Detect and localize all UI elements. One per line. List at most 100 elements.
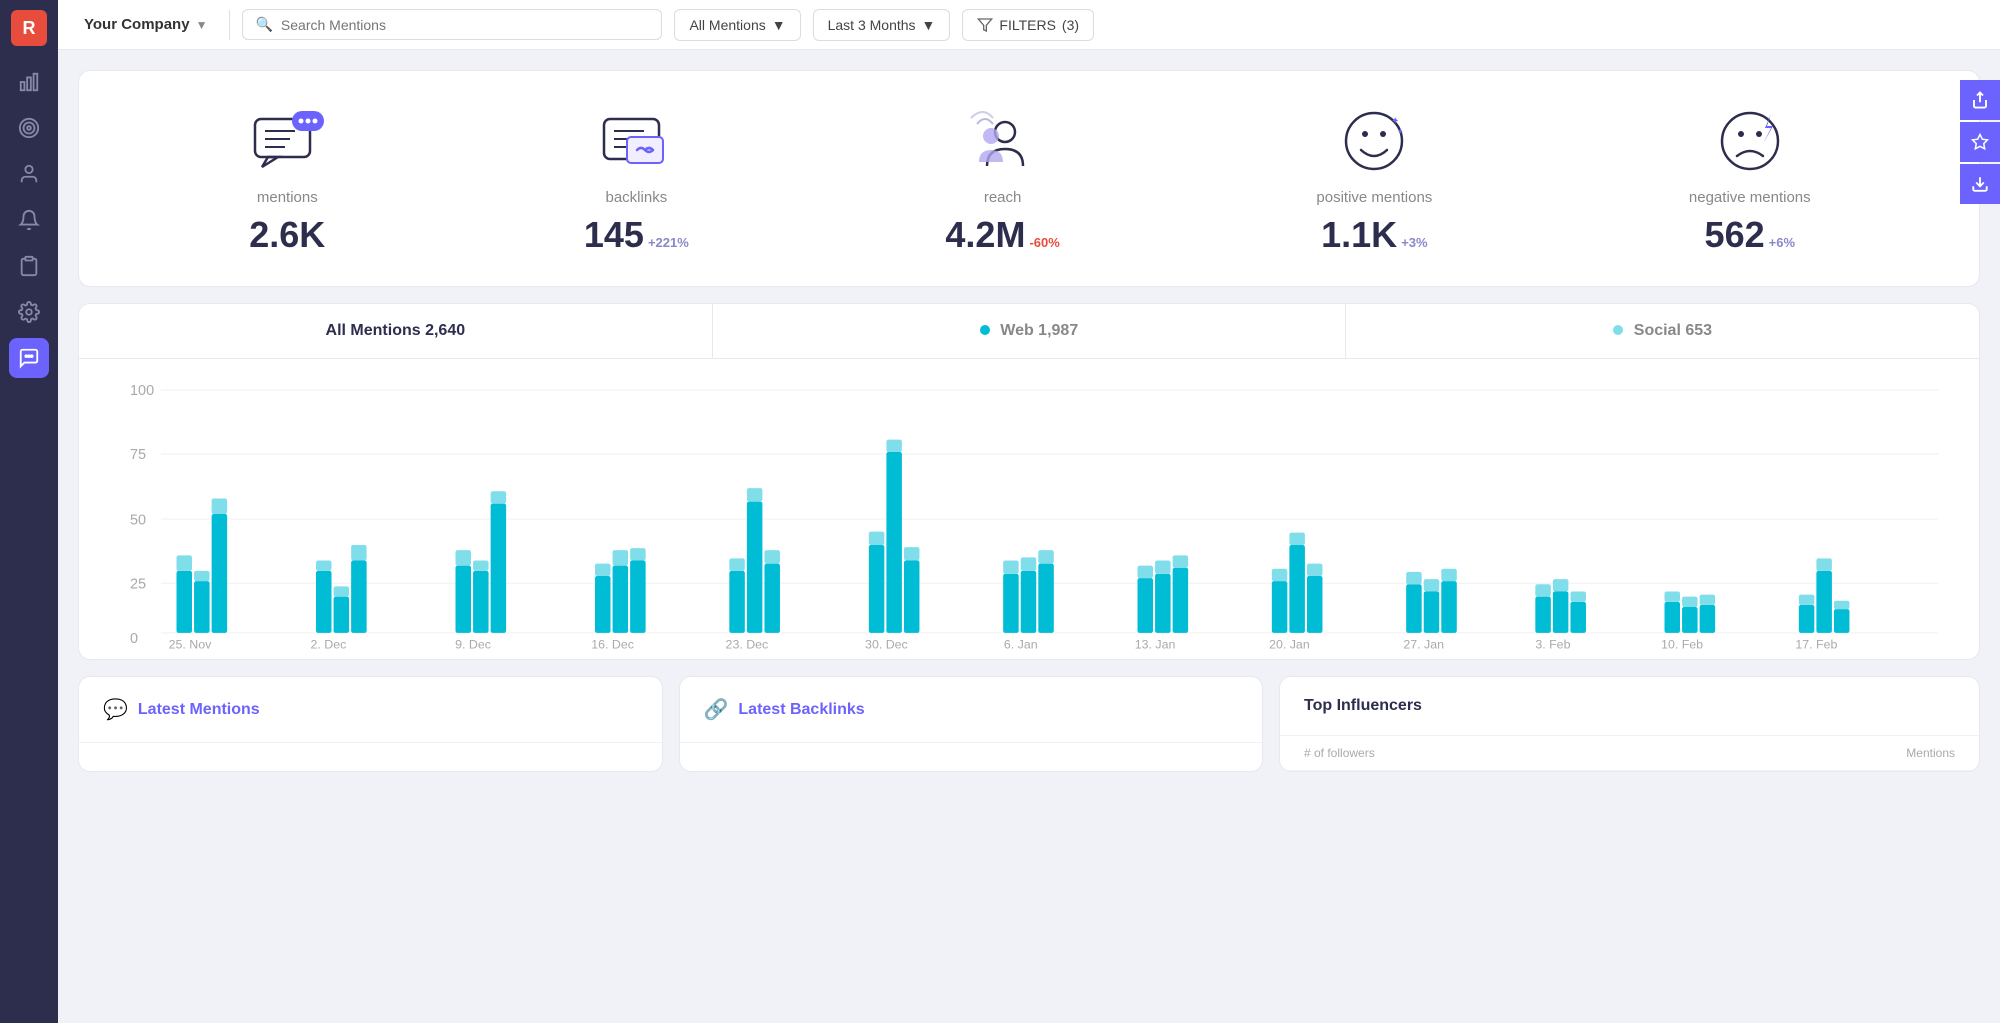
stat-negative: negative mentions 562 +6%	[1689, 101, 1811, 256]
chart-card: All Mentions 2,640 Web 1,987 Social 653 …	[78, 303, 1980, 660]
mentions-filter-dropdown[interactable]: All Mentions ▼	[674, 9, 800, 41]
latest-backlinks-title: Latest Backlinks	[738, 701, 864, 719]
svg-text:✦: ✦	[1397, 127, 1404, 136]
svg-text:3. Feb: 3. Feb	[1535, 637, 1570, 649]
time-filter-dropdown[interactable]: Last 3 Months ▼	[813, 9, 951, 41]
topbar-divider	[229, 10, 230, 40]
backlinks-change: +221%	[648, 235, 689, 250]
main-content: Your Company ▼ 🔍 All Mentions ▼ Last 3 M…	[58, 0, 2000, 1023]
influencers-subheader: # of followers Mentions	[1280, 736, 1979, 771]
filters-label: FILTERS	[999, 17, 1056, 33]
svg-text:30. Dec: 30. Dec	[865, 637, 908, 649]
tab-all-label: All Mentions 2,640	[326, 322, 466, 339]
web-dot-icon	[980, 325, 990, 335]
tab-social-label: Social 653	[1634, 322, 1712, 339]
mentions-col-label: Mentions	[1906, 746, 1955, 760]
backlinks-label: backlinks	[606, 189, 668, 206]
top-influencers-title: Top Influencers	[1304, 697, 1422, 715]
latest-mentions-title: Latest Mentions	[138, 701, 260, 719]
stat-reach: reach 4.2M -60%	[945, 101, 1059, 256]
svg-text:25: 25	[130, 576, 146, 592]
negative-label: negative mentions	[1689, 189, 1811, 206]
stat-backlinks: backlinks 145 +221%	[584, 101, 689, 256]
svg-text:10. Feb: 10. Feb	[1661, 637, 1703, 649]
time-filter-chevron-icon: ▼	[922, 17, 936, 33]
sidebar-icon-chart[interactable]	[9, 62, 49, 102]
mentions-icon	[247, 101, 327, 181]
mentions-value: 2.6K	[249, 214, 325, 256]
svg-text:17. Feb: 17. Feb	[1795, 637, 1837, 649]
search-box: 🔍	[242, 9, 662, 40]
tab-all-mentions[interactable]: All Mentions 2,640	[79, 304, 713, 358]
filters-button[interactable]: FILTERS (3)	[962, 9, 1094, 41]
reach-change: -60%	[1029, 235, 1059, 250]
mentions-filter-label: All Mentions	[689, 17, 765, 33]
download-button[interactable]	[1960, 164, 2000, 204]
stat-mentions: mentions 2.6K	[247, 101, 327, 256]
negative-icon	[1710, 101, 1790, 181]
svg-text:9. Dec: 9. Dec	[455, 637, 491, 649]
reach-icon	[963, 101, 1043, 181]
topbar: Your Company ▼ 🔍 All Mentions ▼ Last 3 M…	[58, 0, 2000, 50]
sidebar-icon-clipboard[interactable]	[9, 246, 49, 286]
followers-label: # of followers	[1304, 746, 1375, 760]
tab-web-label: Web 1,987	[1000, 322, 1078, 339]
content-area: mentions 2.6K	[58, 50, 2000, 1023]
sidebar-icon-mentions[interactable]	[9, 338, 49, 378]
positive-change: +3%	[1401, 235, 1427, 250]
latest-backlinks-header: 🔗 Latest Backlinks	[680, 677, 1263, 743]
svg-text:20. Jan: 20. Jan	[1269, 637, 1310, 649]
app-logo[interactable]: R	[11, 10, 47, 46]
svg-text:75: 75	[130, 447, 146, 463]
positive-label: positive mentions	[1316, 189, 1432, 206]
negative-change: +6%	[1769, 235, 1795, 250]
positive-icon: ✦ ✦	[1334, 101, 1414, 181]
svg-text:50: 50	[130, 512, 146, 528]
latest-mentions-header: 💬 Latest Mentions	[79, 677, 662, 743]
stat-positive: ✦ ✦ positive mentions 1.1K +3%	[1316, 101, 1432, 256]
chart-svg: 100 75 50 25 0	[99, 379, 1959, 649]
svg-text:13. Jan: 13. Jan	[1135, 637, 1176, 649]
sidebar-icon-target[interactable]	[9, 108, 49, 148]
sidebar-icon-user[interactable]	[9, 154, 49, 194]
svg-text:6. Jan: 6. Jan	[1004, 637, 1038, 649]
search-input[interactable]	[281, 17, 650, 33]
svg-text:25. Nov: 25. Nov	[169, 637, 213, 649]
time-filter-label: Last 3 Months	[828, 17, 916, 33]
company-chevron-icon: ▼	[196, 18, 208, 32]
share-button[interactable]	[1960, 80, 2000, 120]
right-sidebar	[1960, 80, 2000, 204]
bottom-row: 💬 Latest Mentions 🔗 Latest Backlinks Top…	[78, 676, 1980, 772]
tab-social[interactable]: Social 653	[1346, 304, 1979, 358]
top-influencers-card: Top Influencers # of followers Mentions	[1279, 676, 1980, 772]
sidebar-icon-settings[interactable]	[9, 292, 49, 332]
mentions-filter-chevron-icon: ▼	[772, 17, 786, 33]
backlinks-header-icon: 🔗	[704, 697, 729, 722]
svg-text:100: 100	[130, 383, 154, 399]
latest-mentions-card: 💬 Latest Mentions	[78, 676, 663, 772]
filters-count: (3)	[1062, 17, 1079, 33]
sidebar: R	[0, 0, 58, 1023]
positive-value: 1.1K +3%	[1321, 214, 1427, 256]
backlinks-value: 145 +221%	[584, 214, 689, 256]
company-selector[interactable]: Your Company ▼	[74, 10, 217, 39]
latest-backlinks-card: 🔗 Latest Backlinks	[679, 676, 1264, 772]
chart-tabs: All Mentions 2,640 Web 1,987 Social 653	[79, 304, 1979, 359]
sidebar-icon-bell[interactable]	[9, 200, 49, 240]
stats-card: mentions 2.6K	[78, 70, 1980, 287]
social-dot-icon	[1613, 325, 1623, 335]
backlinks-icon	[596, 101, 676, 181]
svg-text:✦: ✦	[1391, 116, 1399, 127]
reach-label: reach	[984, 189, 1022, 206]
top-influencers-header: Top Influencers	[1280, 677, 1979, 736]
filter-icon	[977, 17, 993, 33]
mentions-header-icon: 💬	[103, 697, 128, 722]
star-button[interactable]	[1960, 122, 2000, 162]
tab-web[interactable]: Web 1,987	[713, 304, 1347, 358]
svg-text:2. Dec: 2. Dec	[310, 637, 346, 649]
mentions-label: mentions	[257, 189, 318, 206]
search-icon: 🔍	[255, 16, 272, 33]
svg-text:16. Dec: 16. Dec	[591, 637, 634, 649]
svg-text:27. Jan: 27. Jan	[1403, 637, 1444, 649]
svg-text:0: 0	[130, 631, 138, 647]
